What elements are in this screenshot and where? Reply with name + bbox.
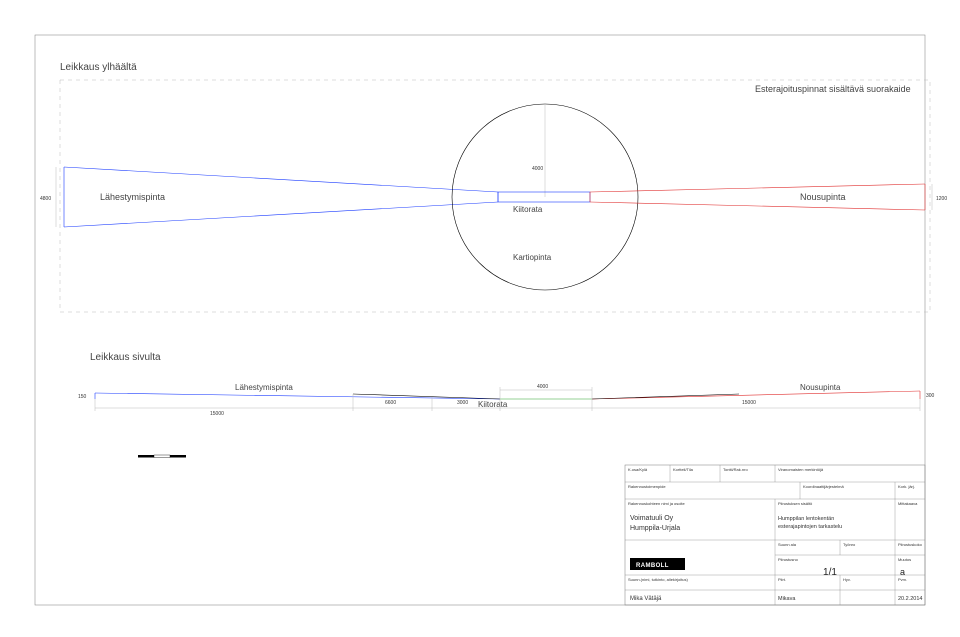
lbl-piirt: Piirt. — [778, 577, 786, 582]
lbl-tyono: Työnro — [843, 542, 856, 547]
val-designer: Mika Vätäjä — [630, 596, 662, 602]
dim-left-height: 150 — [78, 394, 87, 400]
lbl-kosa: K.osa/Kylä — [628, 467, 648, 472]
val-company: Voimatuuli Oy — [630, 515, 674, 522]
lbl-piirkoko: Piirustuskoko — [898, 542, 923, 547]
dim-15000-b: 15000 — [742, 400, 756, 406]
approach-label-top: Lähestymispinta — [100, 192, 165, 202]
scale-bar — [138, 455, 186, 458]
lbl-koordinaatti: Koordinaattijärjestelmä — [803, 484, 844, 489]
dim-15000-a: 15000 — [210, 411, 224, 417]
lbl-rakennustoimenpide: Rakennustoimenpide — [628, 484, 666, 489]
lbl-korkjarj: Kork. järj. — [898, 484, 915, 489]
runway-top — [498, 192, 590, 202]
lbl-muutos: Muutos — [898, 557, 911, 562]
bounding-note: Esterajoituspinnat sisältävä suorakaide — [755, 84, 911, 94]
lbl-rakennuskohteen: Rakennuskohteen nimi ja osoite — [628, 501, 685, 506]
dim-radius: 4000 — [532, 166, 543, 172]
dim-3000: 3000 — [457, 400, 468, 406]
title-block: K.osa/Kylä Kortteli/Tila Tontti/Rak.nro … — [625, 465, 925, 605]
dim-right-end: 1200 — [936, 196, 947, 202]
top-view-title: Leikkaus ylhäältä — [60, 62, 137, 73]
lbl-hyv: Hyv. — [843, 577, 851, 582]
climb-line-side — [592, 391, 920, 399]
climb-surface-top — [590, 184, 925, 210]
lbl-mittakaava: Mittakaava — [898, 501, 918, 506]
val-content2: esterajapintojen tarkastelu — [778, 524, 842, 530]
lbl-tontti: Tontti/Rak.nro — [723, 467, 748, 472]
cone-label: Kartiopinta — [513, 253, 552, 262]
val-sheet: 1/1 — [823, 567, 837, 578]
lbl-suunn-nimi: Suunn.(nimi, tutkinto, allekirjoitus) — [628, 577, 688, 582]
climb-label-side: Nousupinta — [800, 383, 841, 392]
val-piirt: Mikava — [778, 596, 796, 602]
logo-text: RAMBOLL — [636, 563, 669, 569]
runway-label-side: Kiitorata — [478, 400, 508, 409]
dim-6600: 6600 — [385, 400, 396, 406]
dim-left-end: 4800 — [40, 196, 51, 202]
val-site: Humppila-Urjala — [630, 525, 680, 532]
lbl-kortteli: Kortteli/Tila — [673, 467, 694, 472]
lbl-suunnala: Suunn ala — [778, 542, 797, 547]
side-view-group: 150 Lähestymispinta Kiitorata Nousupinta… — [78, 383, 935, 417]
drawing-canvas: Leikkaus ylhäältä Esterajoituspinnat sis… — [0, 0, 960, 637]
val-content1: Humppilan lentokentän — [778, 516, 834, 522]
lbl-pvm: Pvm. — [898, 577, 907, 582]
side-view-title: Leikkaus sivulta — [90, 352, 161, 363]
val-revision: a — [900, 567, 905, 577]
lbl-piirsisalto: Piirustuksen sisältö — [778, 501, 813, 506]
climb-label-top: Nousupinta — [800, 192, 846, 202]
dim-4000: 4000 — [537, 384, 548, 390]
approach-line-side — [95, 393, 500, 399]
dim-right-height: 300 — [926, 393, 935, 399]
val-date: 20.2.2014 — [898, 596, 922, 602]
approach-label-side: Lähestymispinta — [235, 383, 293, 392]
lbl-piirno: Piirustusno — [778, 557, 799, 562]
runway-label-top: Kiitorata — [513, 205, 543, 214]
lbl-viranomaisten: Viranomaisten merkintöjä — [778, 467, 824, 472]
